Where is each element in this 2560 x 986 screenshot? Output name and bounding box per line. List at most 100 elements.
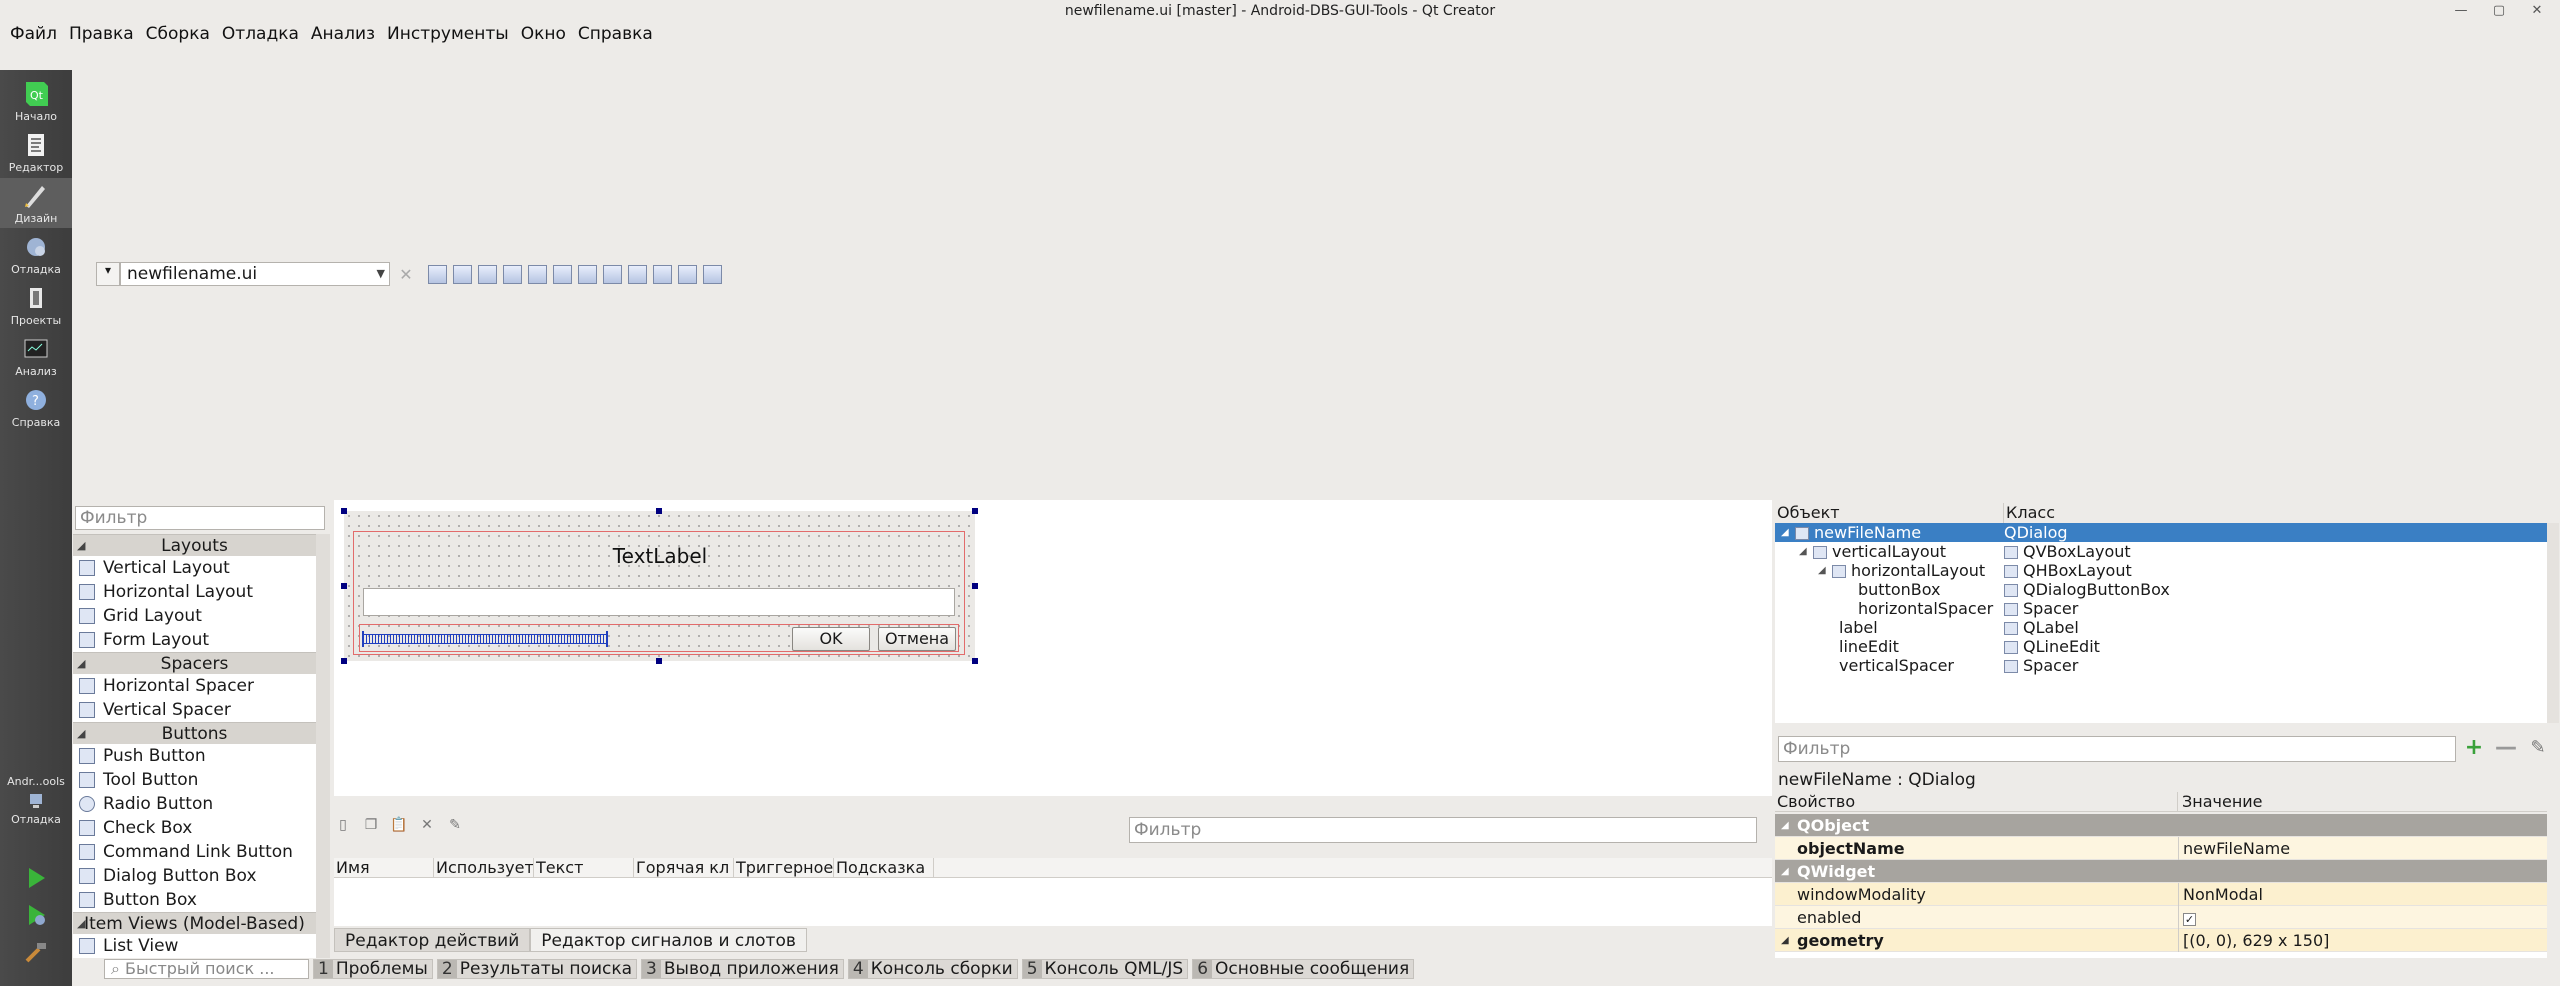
tree-row[interactable]: verticalSpacer Spacer <box>1775 656 2547 675</box>
column-header[interactable]: Подсказка <box>834 858 934 877</box>
output-tab-search[interactable]: 2 Результаты поиска <box>436 959 638 979</box>
mode-analyze[interactable]: Анализ <box>0 331 72 381</box>
configure-icon[interactable]: ✎ <box>2527 737 2549 759</box>
form-editor-canvas[interactable]: TextLabel OK Отмена <box>334 500 1772 796</box>
tree-row[interactable]: label QLabel <box>1775 618 2547 637</box>
line-edit[interactable] <box>363 588 955 616</box>
action-filter[interactable]: Фильтр <box>1129 817 1757 843</box>
layout-vertical-icon[interactable] <box>553 264 572 284</box>
column-header[interactable]: Объект <box>1775 503 2004 523</box>
widget-item[interactable]: List View <box>73 934 316 958</box>
resize-handle[interactable] <box>656 658 662 664</box>
edit-signals-slots-icon[interactable] <box>453 264 472 284</box>
category-spacers[interactable]: ◢ Spacers <box>73 652 316 674</box>
property-value[interactable]: [(0, 0), 629 x 150] <box>2178 929 2329 952</box>
horizontal-layout[interactable]: OK Отмена <box>359 624 959 652</box>
property-group[interactable]: ◢ QWidget <box>1775 860 2547 883</box>
paste-action-icon[interactable]: 📋 <box>390 816 408 834</box>
column-header[interactable]: Текст <box>534 858 634 877</box>
close-window-button[interactable]: ✕ <box>2522 2 2552 19</box>
quick-search-input[interactable]: ⌕ Быстрый поиск ... <box>104 959 309 979</box>
property-group[interactable]: ◢ QObject <box>1775 814 2547 837</box>
widget-item[interactable]: Button Box <box>73 888 316 912</box>
widget-item[interactable]: Check Box <box>73 816 316 840</box>
column-header[interactable]: Свойство <box>1775 792 2178 811</box>
widget-item[interactable]: Tool Button <box>73 768 316 792</box>
resize-handle[interactable] <box>341 658 347 664</box>
column-header[interactable]: Горячая кл <box>634 858 734 877</box>
mode-welcome[interactable]: Qt Начало <box>0 76 72 126</box>
resize-handle[interactable] <box>972 508 978 514</box>
column-header[interactable]: Использует <box>434 858 534 877</box>
tree-row[interactable]: ◢ verticalLayout QVBoxLayout <box>1775 542 2547 561</box>
tree-row[interactable]: buttonBox QDialogButtonBox <box>1775 580 2547 599</box>
layout-splitter-v-icon[interactable] <box>603 264 622 284</box>
remove-property-icon[interactable]: — <box>2495 737 2517 759</box>
new-action-icon[interactable]: ▯ <box>334 816 352 834</box>
menu-file[interactable]: Файл <box>4 24 63 44</box>
resize-handle[interactable] <box>972 658 978 664</box>
widget-item[interactable]: Form Layout <box>73 628 316 652</box>
category-buttons[interactable]: ◢ Buttons <box>73 722 316 744</box>
menu-analyze[interactable]: Анализ <box>305 24 381 44</box>
cancel-button[interactable]: Отмена <box>878 627 956 651</box>
tree-row[interactable]: ◢ newFileName QDialog <box>1775 523 2547 542</box>
configure-icon[interactable]: ✎ <box>446 816 464 834</box>
resize-handle[interactable] <box>972 583 978 589</box>
widget-item[interactable]: Horizontal Layout <box>73 580 316 604</box>
tree-row[interactable]: lineEdit QLineEdit <box>1775 637 2547 656</box>
column-header[interactable]: Триггерное <box>734 858 834 877</box>
column-header[interactable]: Значение <box>2178 792 2263 811</box>
delete-action-icon[interactable]: ✕ <box>418 816 436 834</box>
menu-debug[interactable]: Отладка <box>216 24 305 44</box>
property-row[interactable]: windowModality NonModal <box>1775 883 2547 906</box>
checkbox-icon[interactable]: ✓ <box>2183 913 2196 926</box>
adjust-size-icon[interactable] <box>703 264 722 284</box>
nav-back-button[interactable]: ▾ <box>96 262 120 286</box>
widgetbox-filter[interactable]: Фильтр <box>75 506 325 530</box>
expand-arrow-icon[interactable]: ◢ <box>1818 561 1826 580</box>
tree-row[interactable]: horizontalSpacer Spacer <box>1775 599 2547 618</box>
build-icon[interactable] <box>22 940 50 964</box>
widget-item[interactable]: Horizontal Spacer <box>73 674 316 698</box>
widget-item[interactable]: Dialog Button Box <box>73 864 316 888</box>
inspector-scrollbar[interactable] <box>2547 523 2559 723</box>
menu-build[interactable]: Сборка <box>140 24 216 44</box>
resize-handle[interactable] <box>341 508 347 514</box>
mode-debug[interactable]: Отладка <box>0 229 72 279</box>
layout-grid-icon[interactable] <box>628 264 647 284</box>
output-tab-compile[interactable]: 4 Консоль сборки <box>847 959 1018 979</box>
resize-handle[interactable] <box>656 508 662 514</box>
widget-item[interactable]: Command Link Button <box>73 840 316 864</box>
menu-edit[interactable]: Правка <box>63 24 140 44</box>
expand-arrow-icon[interactable]: ◢ <box>1781 929 1789 952</box>
widget-item[interactable]: Vertical Layout <box>73 556 316 580</box>
category-layouts[interactable]: ◢ Layouts <box>73 534 316 556</box>
property-value[interactable]: newFileName <box>2178 837 2290 860</box>
property-filter[interactable]: Фильтр <box>1778 736 2456 762</box>
resize-handle[interactable] <box>341 583 347 589</box>
tab-signal-slot-editor[interactable]: Редактор сигналов и слотов <box>530 928 807 952</box>
output-tab-issues[interactable]: 1 Проблемы <box>313 959 433 979</box>
widget-item[interactable]: Grid Layout <box>73 604 316 628</box>
debug-run-icon[interactable] <box>22 903 50 927</box>
copy-action-icon[interactable]: ❐ <box>362 816 380 834</box>
close-document-icon[interactable]: ✕ <box>396 265 416 284</box>
mode-help[interactable]: ? Справка <box>0 382 72 432</box>
open-documents-combo[interactable]: newfilename.ui ▼ <box>120 262 390 286</box>
widget-item[interactable]: Radio Button <box>73 792 316 816</box>
edit-tab-order-icon[interactable] <box>503 264 522 284</box>
menu-help[interactable]: Справка <box>572 24 659 44</box>
property-value[interactable]: ✓ <box>2178 906 2196 929</box>
widget-item[interactable]: Push Button <box>73 744 316 768</box>
minimize-button[interactable]: — <box>2446 2 2476 19</box>
layout-splitter-h-icon[interactable] <box>578 264 597 284</box>
property-row[interactable]: ◢ geometry [(0, 0), 629 x 150] <box>1775 929 2547 952</box>
layout-form-icon[interactable] <box>653 264 672 284</box>
menu-tools[interactable]: Инструменты <box>381 24 515 44</box>
property-row[interactable]: objectName newFileName <box>1775 837 2547 860</box>
expand-arrow-icon[interactable]: ◢ <box>1781 523 1789 542</box>
edit-buddies-icon[interactable] <box>478 264 497 284</box>
horizontal-spacer[interactable] <box>363 634 607 644</box>
property-value[interactable]: NonModal <box>2178 883 2263 906</box>
